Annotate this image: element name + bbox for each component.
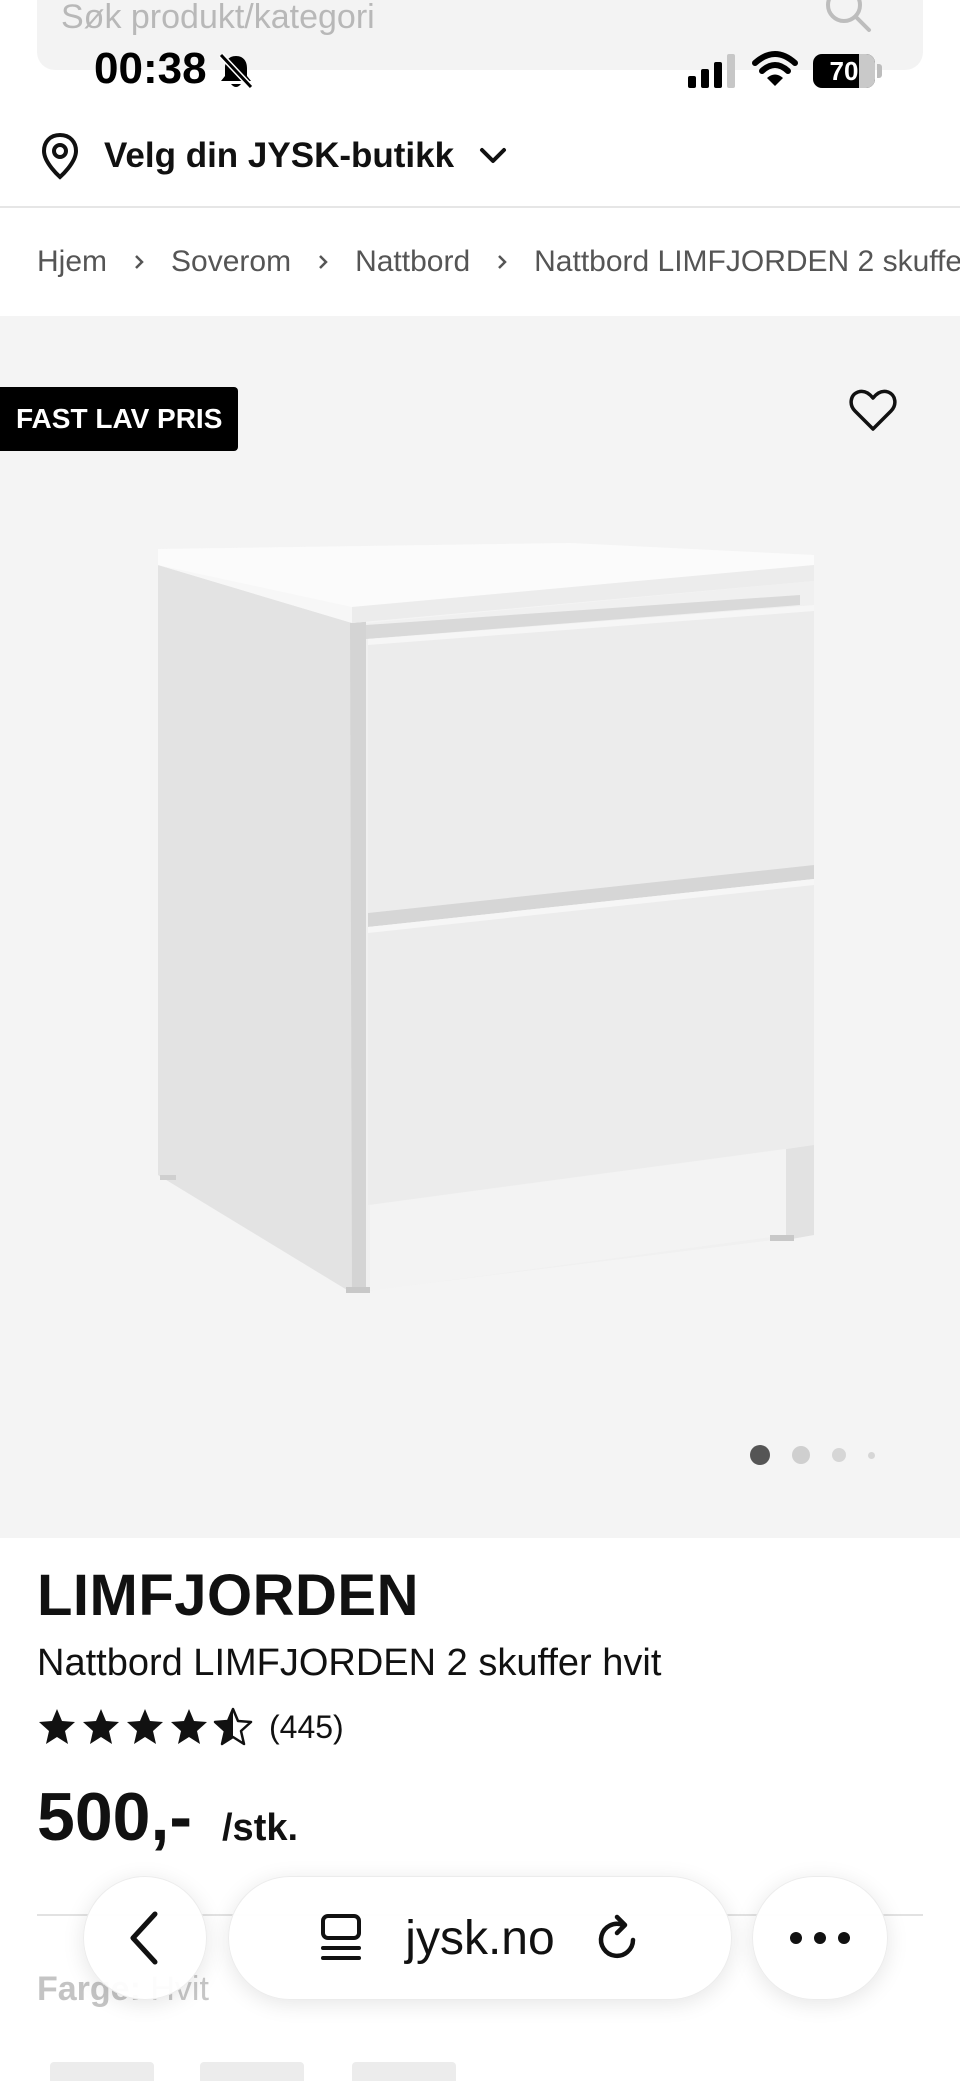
gallery-dot[interactable] — [832, 1448, 846, 1462]
product-brand: LIMFJORDEN — [37, 1563, 419, 1628]
chevron-right-icon — [319, 255, 328, 269]
battery-level: 70 — [829, 55, 859, 86]
product-image — [158, 543, 814, 1293]
star-full-icon — [171, 1709, 207, 1744]
breadcrumb: Hjem Soverom Nattbord Nattbord LIMFJORDE… — [37, 242, 960, 282]
color-swatch[interactable] — [200, 2062, 304, 2081]
product-page: Søk produkt/kategori 00:38 70 Velg din J… — [0, 0, 960, 2081]
back-arrow-icon — [130, 1911, 158, 1965]
status-time: 00:38 — [94, 44, 207, 93]
battery-indicator: 70 — [813, 54, 875, 88]
star-full-icon — [83, 1709, 119, 1744]
reload-icon[interactable] — [595, 1912, 643, 1964]
browser-address-bar[interactable]: jysk.no — [228, 1876, 732, 2000]
store-selector[interactable]: Velg din JYSK-butikk — [38, 130, 510, 182]
cellular-signal-icon — [688, 54, 735, 88]
more-ellipsis-icon — [790, 1932, 850, 1944]
chevron-right-icon — [135, 255, 144, 269]
reader-tabs-icon[interactable] — [317, 1912, 365, 1964]
browser-more-button[interactable] — [752, 1876, 888, 2000]
heart-favorite-icon[interactable] — [848, 385, 898, 435]
breadcrumb-item-current: Nattbord LIMFJORDEN 2 skuffer hvit — [534, 245, 960, 278]
wifi-icon — [752, 51, 798, 86]
price-unit: /stk. — [222, 1807, 299, 1849]
chevron-down-icon — [480, 148, 507, 163]
breadcrumb-item-soverom[interactable]: Soverom — [171, 245, 291, 279]
browser-url[interactable]: jysk.no — [405, 1911, 554, 1966]
bell-muted-icon — [218, 52, 254, 90]
store-selector-label: Velg din JYSK-butikk — [104, 136, 455, 175]
star-full-icon — [127, 1709, 163, 1744]
review-count[interactable]: (445) — [269, 1709, 344, 1746]
price-badge: FAST LAV PRIS — [0, 387, 239, 451]
price-row: 500,- /stk. — [37, 1778, 298, 1856]
gallery-dot[interactable] — [868, 1451, 875, 1459]
header-divider — [0, 206, 960, 208]
chevron-right-icon — [498, 255, 507, 269]
battery-empty-part — [859, 54, 875, 88]
product-rating[interactable]: (445) — [37, 1702, 344, 1752]
gallery-dot-active[interactable] — [750, 1445, 770, 1465]
product-price: 500,- — [37, 1779, 192, 1855]
search-icon[interactable] — [823, 0, 873, 34]
search-placeholder: Søk produkt/kategori — [61, 0, 375, 36]
battery-nub — [877, 64, 882, 78]
star-half-icon — [213, 1707, 253, 1746]
location-pin-icon — [41, 132, 79, 180]
color-swatch[interactable] — [352, 2062, 456, 2081]
gallery-pagination[interactable] — [750, 1445, 897, 1465]
breadcrumb-item-home[interactable]: Hjem — [37, 245, 107, 279]
star-full-icon — [39, 1709, 75, 1744]
browser-back-button[interactable] — [83, 1876, 207, 2000]
gallery-dot[interactable] — [792, 1446, 810, 1464]
color-swatch[interactable] — [50, 2062, 154, 2081]
product-title: Nattbord LIMFJORDEN 2 skuffer hvit — [37, 1642, 662, 1684]
breadcrumb-item-nattbord[interactable]: Nattbord — [355, 245, 470, 279]
